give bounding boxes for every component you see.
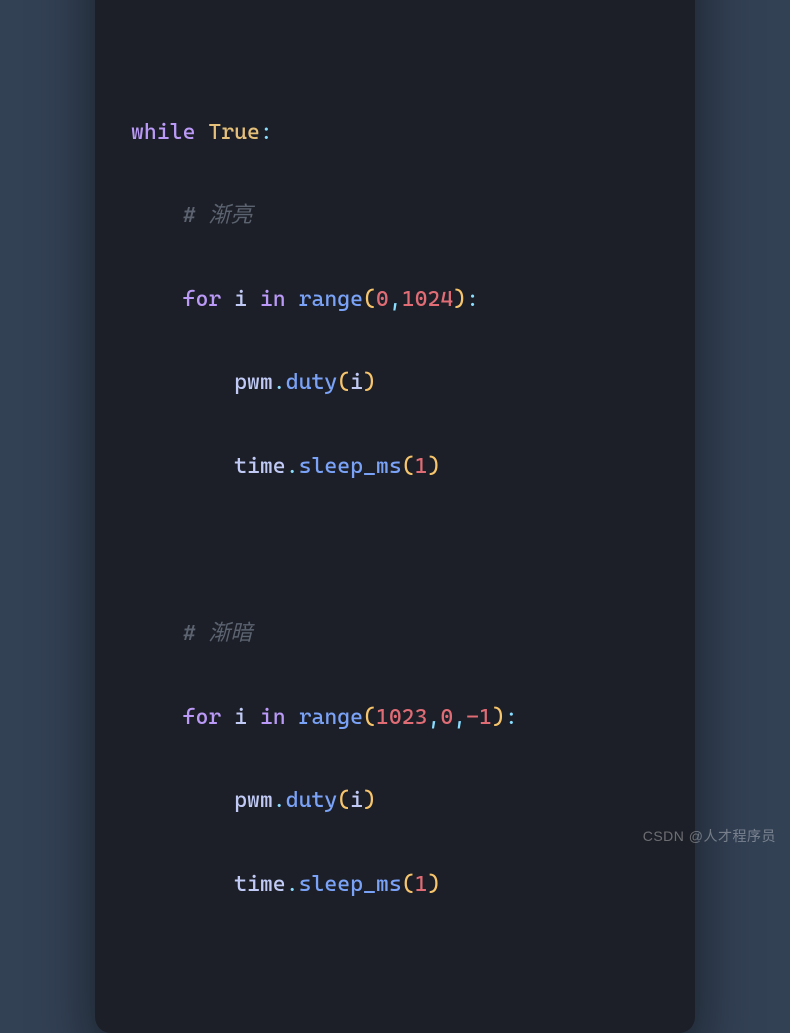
space	[195, 120, 208, 145]
comment: # 渐亮	[183, 203, 253, 228]
colon: :	[505, 705, 518, 730]
paren: (	[337, 370, 350, 395]
identifier: i	[350, 370, 363, 395]
watermark: CSDN @人才程序员	[643, 826, 776, 846]
number: 1024	[402, 287, 454, 312]
blank-line	[131, 530, 659, 572]
number: 0	[376, 287, 389, 312]
dot: .	[273, 370, 286, 395]
number: -1	[466, 705, 492, 730]
identifier: time	[234, 872, 286, 897]
colon: :	[260, 120, 273, 145]
keyword: for	[183, 705, 222, 730]
keyword: for	[183, 287, 222, 312]
code-line: for i in range(1023,0,-1):	[131, 697, 659, 739]
comma: ,	[453, 705, 466, 730]
code-line: # 渐亮	[131, 195, 659, 237]
method: duty	[286, 788, 338, 813]
code-line: time.sleep_ms(1)	[131, 446, 659, 488]
paren: (	[402, 454, 415, 479]
identifier: pwm	[234, 370, 273, 395]
paren: (	[402, 872, 415, 897]
method: sleep_ms	[299, 872, 402, 897]
comma: ,	[427, 705, 440, 730]
paren: )	[453, 287, 466, 312]
function-call: range	[299, 287, 363, 312]
dot: .	[286, 454, 299, 479]
number: 1	[415, 454, 428, 479]
paren: (	[337, 788, 350, 813]
dot: .	[273, 788, 286, 813]
keyword: in	[260, 705, 286, 730]
identifier: i	[234, 705, 247, 730]
code-line: while True:	[131, 112, 659, 154]
method: duty	[286, 370, 338, 395]
paren: )	[363, 788, 376, 813]
number: 1023	[376, 705, 428, 730]
paren: )	[427, 454, 440, 479]
keyword: in	[260, 287, 286, 312]
code-line: pwm.duty(i)	[131, 362, 659, 404]
paren: (	[363, 705, 376, 730]
number: 1	[415, 872, 428, 897]
dot: .	[286, 872, 299, 897]
code-window: pwm = PWM(Pin(1),freq = 1000) while True…	[95, 0, 695, 1033]
code-line: pwm.duty(i)	[131, 780, 659, 822]
code-line: # 渐暗	[131, 613, 659, 655]
boolean: True	[208, 120, 260, 145]
colon: :	[466, 287, 479, 312]
comment: # 渐暗	[183, 621, 253, 646]
paren: )	[492, 705, 505, 730]
code-line: time.sleep_ms(1)	[131, 864, 659, 906]
blank-line	[131, 28, 659, 70]
keyword: while	[131, 120, 195, 145]
identifier: time	[234, 454, 286, 479]
paren: )	[363, 370, 376, 395]
paren: )	[427, 872, 440, 897]
number: 0	[440, 705, 453, 730]
function-call: range	[299, 705, 363, 730]
identifier: pwm	[234, 788, 273, 813]
code-block: pwm = PWM(Pin(1),freq = 1000) while True…	[131, 0, 659, 989]
identifier: i	[234, 287, 247, 312]
comma: ,	[389, 287, 402, 312]
identifier: i	[350, 788, 363, 813]
code-line: for i in range(0,1024):	[131, 279, 659, 321]
method: sleep_ms	[299, 454, 402, 479]
paren: (	[363, 287, 376, 312]
